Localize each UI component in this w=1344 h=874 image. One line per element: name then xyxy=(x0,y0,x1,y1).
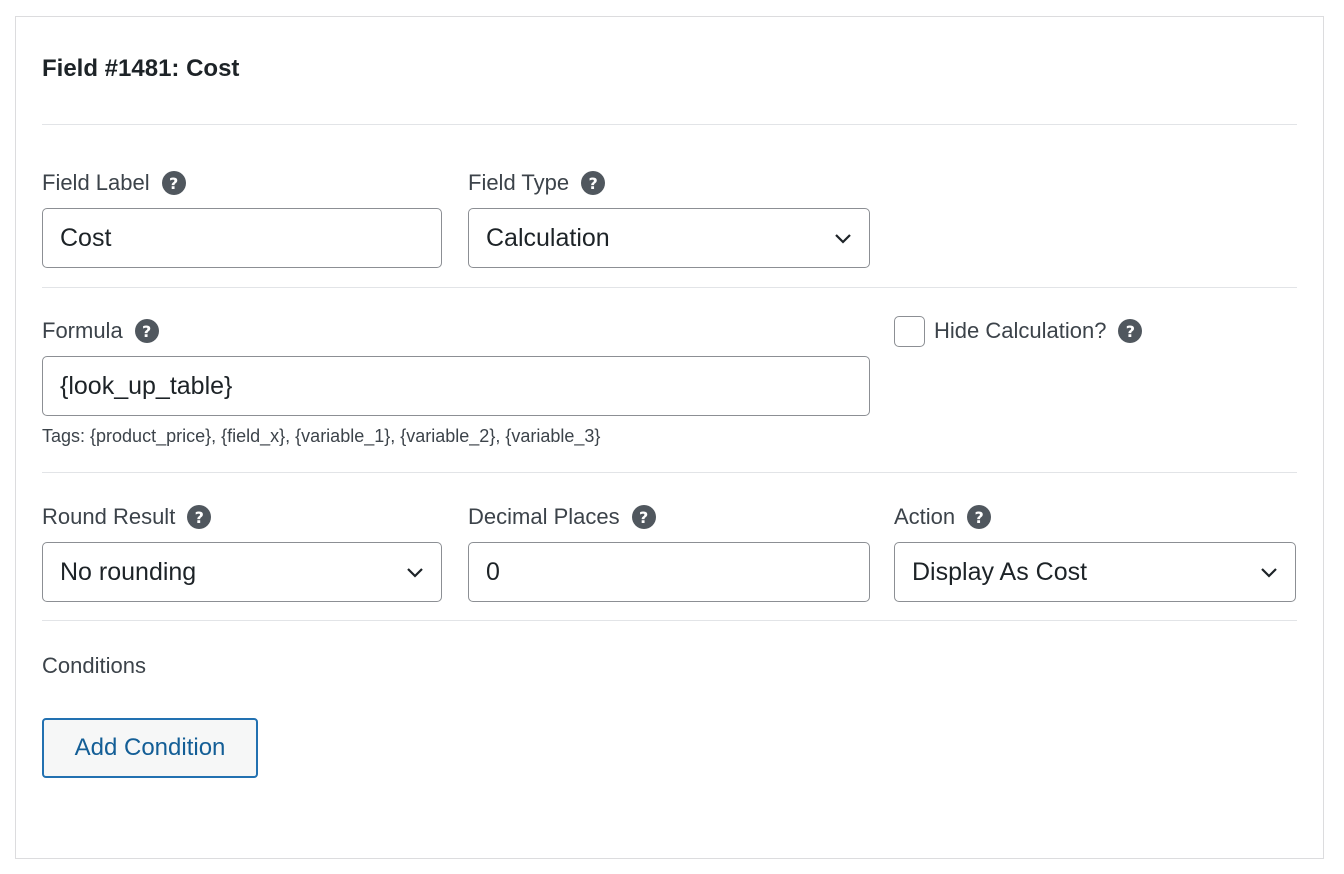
divider xyxy=(42,472,1297,473)
action-label: Action ? xyxy=(894,504,992,530)
round-result-text: Round Result xyxy=(42,504,176,529)
round-result-select[interactable]: No rounding xyxy=(42,542,442,602)
panel-title: Field #1481: Cost xyxy=(42,55,240,82)
round-result-label: Round Result ? xyxy=(42,504,212,530)
hide-calculation-text: Hide Calculation? xyxy=(934,318,1107,343)
field-type-value: Calculation xyxy=(486,223,610,252)
question-circle-icon[interactable]: ? xyxy=(581,171,606,195)
hide-calculation-checkbox[interactable] xyxy=(894,316,925,347)
field-label-input[interactable]: Cost xyxy=(42,208,442,268)
field-label-label: Field Label ? xyxy=(42,170,186,196)
question-circle-icon[interactable]: ? xyxy=(1118,319,1143,343)
formula-input[interactable]: {look_up_table} xyxy=(42,356,870,416)
field-type-select[interactable]: Calculation xyxy=(468,208,870,268)
formula-value: {look_up_table} xyxy=(60,371,233,400)
field-type-label: Field Type ? xyxy=(468,170,606,196)
decimal-places-text: Decimal Places xyxy=(468,504,620,529)
conditions-heading: Conditions xyxy=(42,653,146,678)
question-circle-icon[interactable]: ? xyxy=(187,505,212,529)
formula-label: Formula ? xyxy=(42,318,159,344)
decimal-places-input[interactable]: 0 xyxy=(468,542,870,602)
action-text: Action xyxy=(894,504,956,529)
question-circle-icon[interactable]: ? xyxy=(967,505,992,529)
chevron-down-icon xyxy=(1261,568,1277,578)
divider xyxy=(42,287,1297,288)
formula-text: Formula xyxy=(42,318,123,343)
field-label-value: Cost xyxy=(60,223,112,252)
field-type-text: Field Type xyxy=(468,170,570,195)
decimal-places-value: 0 xyxy=(486,557,500,586)
divider xyxy=(42,620,1297,621)
chevron-down-icon xyxy=(835,234,851,244)
decimal-places-label: Decimal Places ? xyxy=(468,504,656,530)
action-value: Display As Cost xyxy=(912,557,1088,586)
hide-calculation-label: Hide Calculation? ? xyxy=(934,318,1143,344)
formula-tags: Tags: {product_price}, {field_x}, {varia… xyxy=(42,426,601,446)
question-circle-icon[interactable]: ? xyxy=(134,319,159,343)
field-label-text: Field Label xyxy=(42,170,150,195)
add-condition-button[interactable]: Add Condition xyxy=(42,718,258,778)
action-select[interactable]: Display As Cost xyxy=(894,542,1296,602)
chevron-down-icon xyxy=(407,568,423,578)
round-result-value: No rounding xyxy=(60,557,197,586)
question-circle-icon[interactable]: ? xyxy=(631,505,656,529)
divider xyxy=(42,124,1297,125)
question-circle-icon[interactable]: ? xyxy=(161,171,186,195)
